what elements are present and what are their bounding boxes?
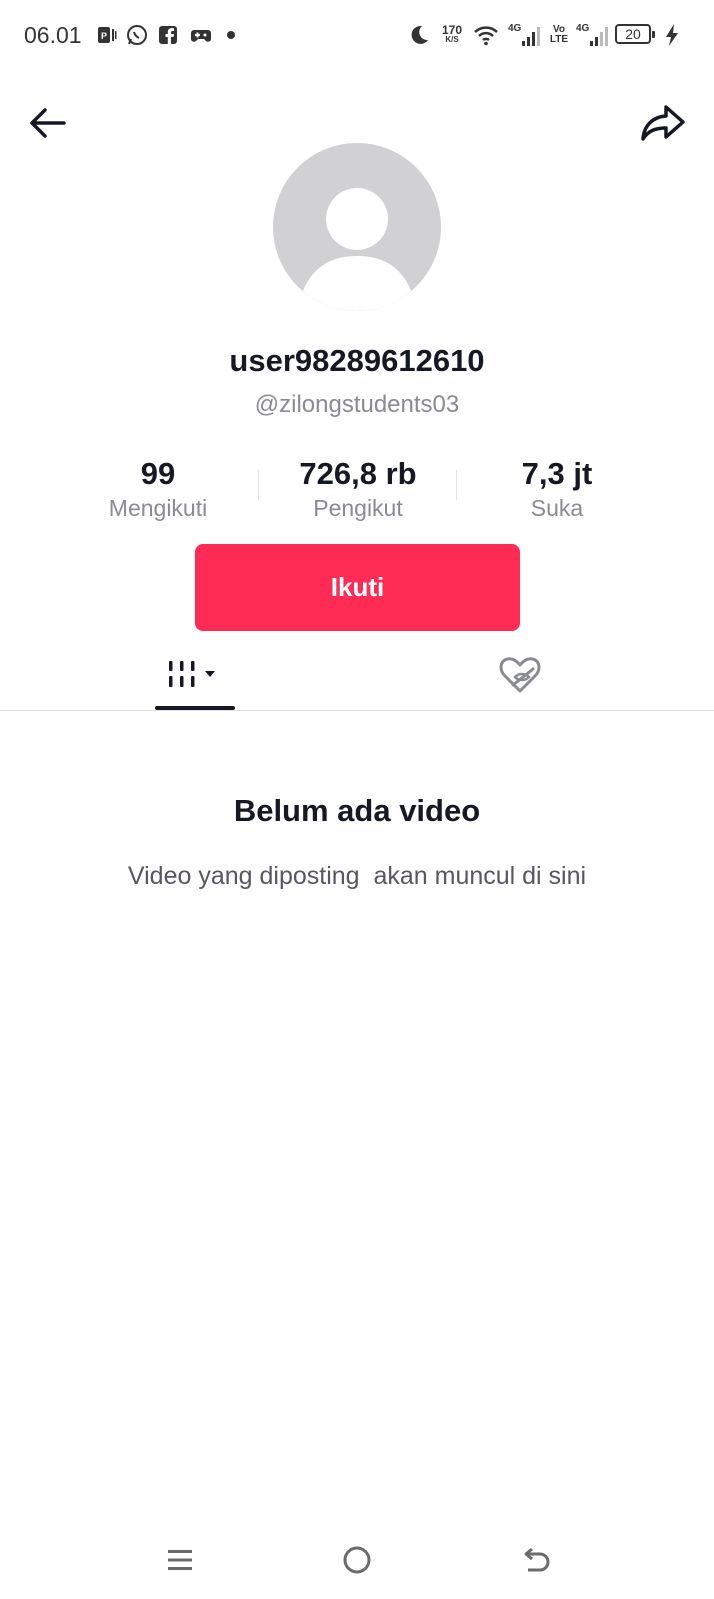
wifi-icon xyxy=(472,22,500,48)
network-speed: 170 K/S xyxy=(441,23,463,44)
back-nav-button[interactable] xyxy=(511,1535,561,1585)
stat-likes[interactable]: 7,3 jt Suka xyxy=(467,455,647,523)
back-button[interactable] xyxy=(22,97,74,149)
dropdown-caret-icon xyxy=(205,671,215,677)
tabs-divider xyxy=(0,710,714,711)
avatar[interactable] xyxy=(273,143,441,311)
more-notifications-dot-icon xyxy=(226,22,236,48)
username: user98289612610 xyxy=(229,343,485,378)
arrow-left-icon xyxy=(30,108,66,138)
user-handle: @zilongstudents03 xyxy=(254,391,460,418)
status-bar: 06.01 P 170 K/S 4G Vo LTE 4G 20 xyxy=(0,0,714,72)
return-arrow-icon xyxy=(524,1547,550,1572)
stat-likes-label: Suka xyxy=(530,495,584,521)
tab-videos[interactable] xyxy=(150,640,240,710)
status-time: 06.01 xyxy=(24,22,82,48)
svg-text:P: P xyxy=(101,31,107,41)
share-arrow-icon xyxy=(641,105,685,141)
battery-icon: 20 xyxy=(615,24,655,44)
stat-divider xyxy=(258,470,259,500)
video-grid-icon xyxy=(169,661,215,687)
empty-state-title: Belum ada video xyxy=(233,793,481,828)
signal-sim1-icon: 4G xyxy=(508,22,542,48)
home-circle-icon xyxy=(343,1546,371,1574)
charging-icon xyxy=(662,22,682,48)
tab-liked-videos[interactable] xyxy=(485,640,555,710)
heart-hidden-icon xyxy=(499,657,541,693)
facebook-icon xyxy=(158,22,178,48)
notification-app-icon: P xyxy=(96,22,118,48)
signal-sim2-icon: 4G xyxy=(576,22,610,48)
follow-button[interactable]: Ikuti xyxy=(195,544,520,631)
stat-following[interactable]: 99 Mengikuti xyxy=(68,455,248,523)
stat-followers[interactable]: 726,8 rb Pengikut xyxy=(268,455,448,523)
moon-icon xyxy=(407,22,431,48)
stat-divider xyxy=(456,470,457,500)
stat-following-value: 99 xyxy=(140,456,176,491)
stat-followers-label: Pengikut xyxy=(313,495,403,521)
menu-lines-icon xyxy=(168,1550,192,1570)
whatsapp-icon xyxy=(125,22,149,48)
volte-indicator: Vo LTE xyxy=(549,24,569,45)
recent-apps-button[interactable] xyxy=(155,1535,205,1585)
empty-state-description: Video yang diposting akan muncul di sini xyxy=(127,862,587,890)
stat-likes-value: 7,3 jt xyxy=(521,456,593,491)
default-user-avatar-icon xyxy=(273,143,441,311)
game-controller-icon xyxy=(189,22,213,48)
share-button[interactable] xyxy=(637,97,689,149)
home-button[interactable] xyxy=(332,1535,382,1585)
stat-following-label: Mengikuti xyxy=(108,495,208,521)
stat-followers-value: 726,8 rb xyxy=(299,456,417,491)
